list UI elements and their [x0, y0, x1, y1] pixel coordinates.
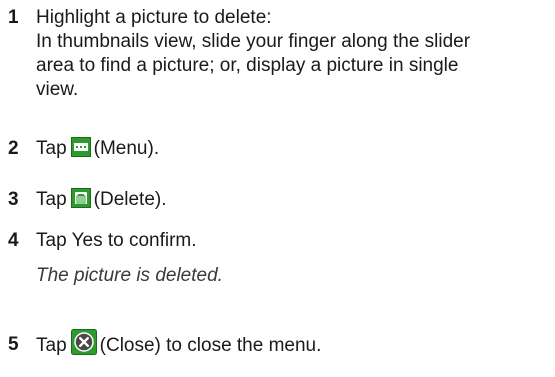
step-text-before: Tap: [36, 189, 67, 210]
step-text: Tap (Close) to close the menu.: [36, 329, 549, 359]
step-text: Tap (Delete).: [36, 187, 549, 212]
step-text-after: (Delete).: [93, 189, 167, 210]
step-number: 2: [8, 138, 19, 159]
step-line: view.: [36, 79, 79, 100]
step-number: 5: [8, 334, 19, 355]
step-text: Tap Yes to confirm. The picture is delet…: [36, 229, 549, 288]
step-number: 1: [8, 7, 19, 28]
step-number: 3: [8, 189, 19, 210]
step-text-before: Tap: [36, 335, 67, 357]
step-text-before: Tap: [36, 138, 67, 159]
close-icon: [70, 329, 97, 355]
step-text-after: (Close) to close the menu.: [99, 335, 322, 357]
delete-icon: [70, 187, 91, 208]
step-text-after: (Menu).: [93, 138, 160, 159]
step-line: area to find a picture; or, display a pi…: [36, 55, 459, 76]
step-note: The picture is deleted.: [36, 265, 223, 286]
step-text: Tap (Menu).: [36, 136, 549, 161]
step-text: Highlight a picture to delete: In thumbn…: [36, 6, 549, 102]
step-line: Highlight a picture to delete:: [36, 7, 272, 28]
step-line: Tap Yes to confirm.: [36, 230, 197, 251]
menu-icon: [70, 136, 91, 157]
step-number: 4: [8, 230, 19, 251]
step-line: In thumbnails view, slide your finger al…: [36, 31, 471, 52]
